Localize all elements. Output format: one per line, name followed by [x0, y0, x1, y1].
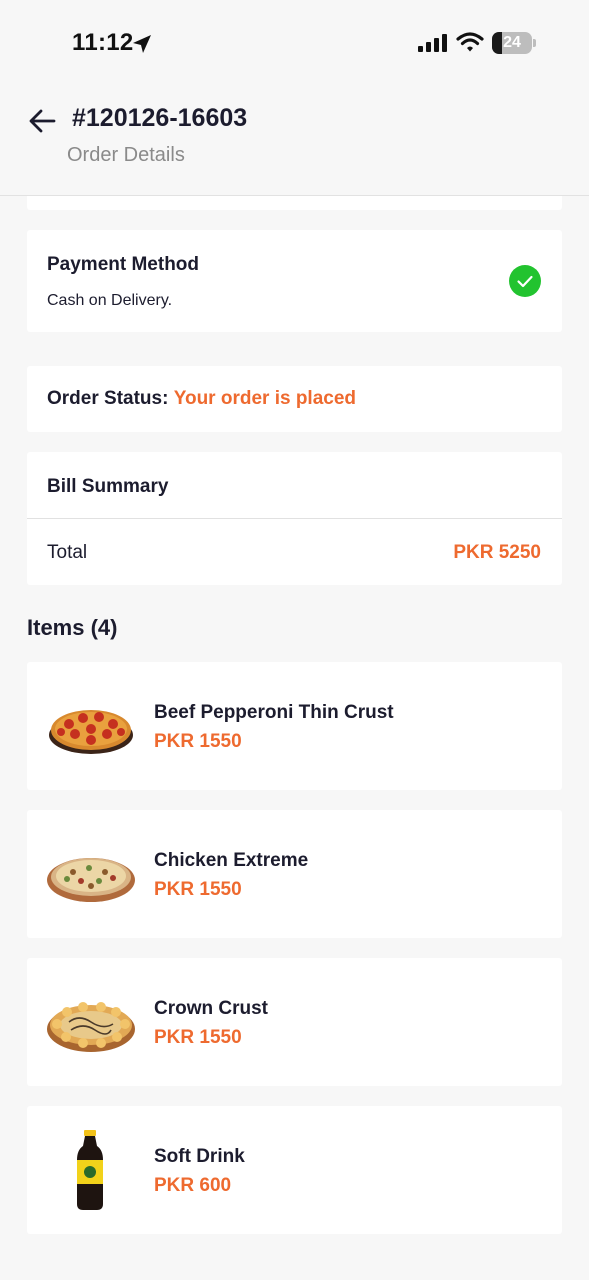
list-item[interactable]: Beef Pepperoni Thin Crust PKR 1550 [27, 662, 562, 790]
list-item[interactable]: Crown Crust PKR 1550 [27, 958, 562, 1086]
battery-body: 24 [492, 32, 532, 54]
pepperoni-pizza-image [49, 710, 133, 754]
item-name: Soft Drink [154, 1146, 245, 1167]
cellular-signal-icon [418, 34, 447, 52]
wifi-icon [456, 32, 484, 52]
status-time: 11:12 [72, 29, 134, 56]
previous-card-stub [27, 196, 562, 210]
list-item[interactable]: Chicken Extreme PKR 1550 [27, 810, 562, 938]
location-arrow-icon [133, 35, 151, 53]
list-item[interactable]: Soft Drink PKR 600 [27, 1106, 562, 1234]
arrow-left-icon[interactable] [28, 108, 56, 134]
page-title: #120126-16603 [72, 104, 248, 132]
crown-crust-pizza-image [47, 1002, 135, 1052]
item-name: Crown Crust [154, 998, 268, 1019]
item-name: Beef Pepperoni Thin Crust [154, 702, 394, 723]
payment-method-title: Payment Method [47, 254, 200, 275]
bill-summary-title: Bill Summary [47, 476, 169, 497]
status-bar: 11:12 24 [0, 0, 589, 88]
total-label: Total [47, 542, 88, 563]
divider [27, 518, 562, 519]
payment-method-card: Payment Method Cash on Delivery. [27, 230, 562, 332]
item-price: PKR 600 [154, 1175, 232, 1196]
total-value: PKR 5250 [453, 542, 541, 563]
items-heading: Items (4) [27, 615, 118, 640]
order-status-label: Order Status: [47, 388, 169, 409]
battery-indicator: 24 [492, 32, 536, 54]
chicken-pizza-image [47, 858, 135, 902]
bill-summary-card: Bill Summary Total PKR 5250 [27, 452, 562, 585]
order-status-line: Order Status: Your order is placed [47, 388, 356, 410]
item-price: PKR 1550 [154, 731, 242, 752]
page-subtitle: Order Details [67, 144, 185, 166]
order-status-card: Order Status: Your order is placed [27, 366, 562, 432]
item-name: Chicken Extreme [154, 850, 309, 871]
item-price: PKR 1550 [154, 879, 242, 900]
order-status-value: Your order is placed [173, 388, 357, 409]
battery-nub [533, 39, 536, 47]
payment-method-value: Cash on Delivery. [47, 292, 173, 309]
check-circle-icon [509, 265, 541, 297]
page-header: #120126-16603 Order Details [0, 88, 589, 196]
item-price: PKR 1550 [154, 1027, 242, 1048]
battery-level-text: 24 [503, 34, 521, 51]
soft-drink-bottle-image [77, 1130, 103, 1210]
